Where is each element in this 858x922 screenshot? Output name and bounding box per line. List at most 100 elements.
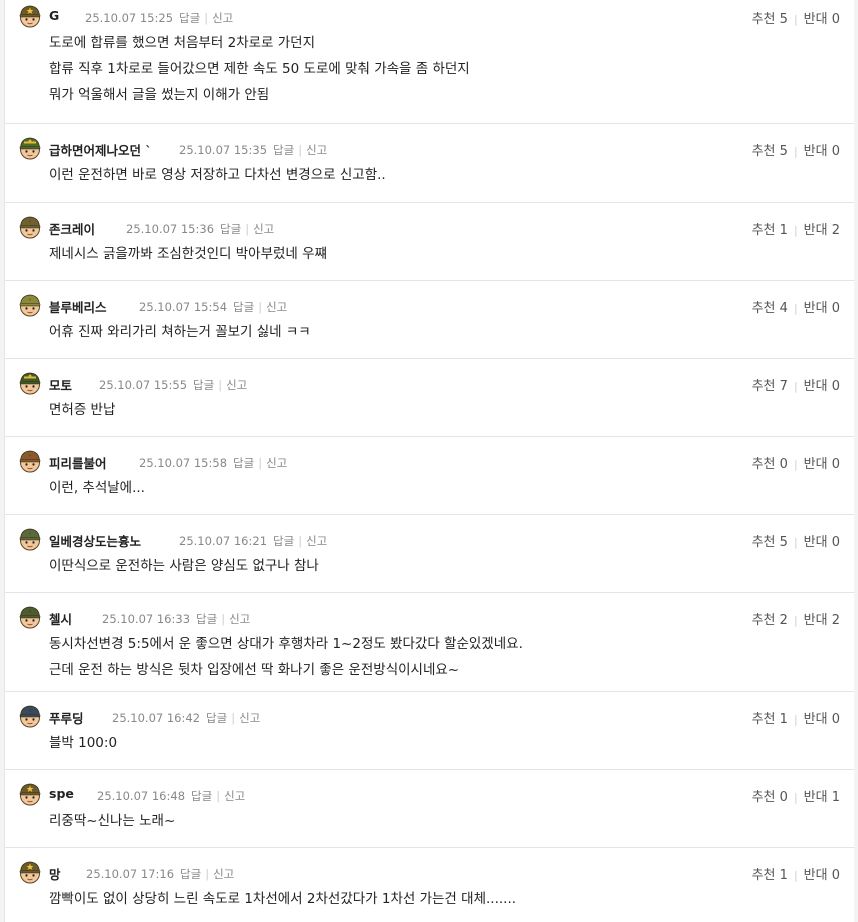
report-link[interactable]: 신고 (306, 143, 327, 157)
reply-link[interactable]: 답글 (179, 11, 200, 25)
downvote-button[interactable]: 반대 2 (804, 613, 840, 628)
upvote-button[interactable]: 추천 4 (752, 301, 788, 316)
divider: | (793, 13, 798, 26)
avatar[interactable] (18, 704, 42, 728)
vote-box: 추천 5 | 반대 0 (752, 8, 840, 27)
reply-link[interactable]: 답글 (273, 143, 294, 157)
downvote-button[interactable]: 반대 0 (804, 457, 840, 472)
author-nickname[interactable]: 급하면어제나오던 ˋ (49, 140, 152, 159)
comment-date: 25.10.07 15:25 (85, 11, 174, 25)
report-link[interactable]: 신고 (213, 867, 234, 881)
author-nickname[interactable]: 망 (49, 864, 61, 883)
upvote-count: 5 (779, 12, 788, 27)
author-nickname[interactable]: 첼시 (49, 609, 72, 628)
downvote-button[interactable]: 반대 0 (804, 868, 840, 883)
report-link[interactable]: 신고 (266, 300, 287, 314)
comment-list: G 25.10.07 15:25 답글 | 신고 추천 5 | 반대 0 도로에 합류를 했으면… (4, 0, 855, 922)
author-nickname[interactable]: 블루베리스 (49, 297, 107, 316)
author-nickname[interactable]: G (49, 8, 59, 23)
author-nickname[interactable]: 일베경상도는흉노 (49, 531, 141, 550)
reply-link[interactable]: 답글 (233, 300, 254, 314)
author-nickname[interactable]: 피리를불어 (49, 453, 107, 472)
downvote-button[interactable]: 반대 2 (804, 223, 840, 238)
comment-text-line: 깜빡이도 없이 상당히 느린 속도로 1차선에서 2차선갔다가 1차선 가는건 … (49, 891, 517, 907)
divider: | (258, 456, 263, 470)
report-link[interactable]: 신고 (226, 378, 247, 392)
downvote-button[interactable]: 반대 0 (804, 535, 840, 550)
reply-link[interactable]: 답글 (206, 711, 227, 725)
reply-link[interactable]: 답글 (191, 789, 212, 803)
reply-link[interactable]: 답글 (193, 378, 214, 392)
report-link[interactable]: 신고 (306, 534, 327, 548)
comment-date: 25.10.07 15:55 (99, 378, 188, 392)
author-nickname[interactable]: 존크레이 (49, 219, 95, 238)
upvote-button[interactable]: 추천 5 (752, 144, 788, 159)
upvote-button[interactable]: 추천 5 (752, 535, 788, 550)
report-link[interactable]: 신고 (266, 456, 287, 470)
reply-link[interactable]: 답글 (273, 534, 294, 548)
comment-text-line: 근데 운전 하는 방식은 뒷차 입장에선 딱 화나기 좋은 운전방식이시네요~ (49, 662, 460, 678)
downvote-button[interactable]: 반대 0 (804, 12, 840, 27)
downvote-count: 2 (831, 223, 840, 238)
reply-link[interactable]: 답글 (180, 867, 201, 881)
comment-date: 25.10.07 15:36 (126, 222, 215, 236)
report-link[interactable]: 신고 (239, 711, 260, 725)
report-link[interactable]: 신고 (224, 789, 245, 803)
avatar[interactable] (18, 371, 42, 395)
avatar[interactable] (18, 860, 42, 884)
avatar[interactable] (18, 4, 42, 28)
divider: | (793, 713, 798, 726)
vote-box: 추천 5 | 반대 0 (752, 531, 840, 550)
upvote-button[interactable]: 추천 0 (752, 457, 788, 472)
comment-text-line: 블박 100:0 (49, 735, 118, 751)
comment-meta: 25.10.07 15:25 답글 | 신고 (85, 10, 233, 26)
comment-text-line: 뭐가 억울해서 글을 썼는지 이해가 안됨 (49, 87, 270, 103)
downvote-button[interactable]: 반대 0 (804, 301, 840, 316)
divider: | (793, 458, 798, 471)
downvote-button[interactable]: 반대 0 (804, 712, 840, 727)
comment-body: 리중딱~신나는 노래~ (5, 810, 854, 836)
avatar[interactable] (18, 293, 42, 317)
upvote-button[interactable]: 추천 0 (752, 790, 788, 805)
avatar[interactable] (18, 782, 42, 806)
scrollbar[interactable] (854, 0, 858, 922)
author-nickname[interactable]: 모토 (49, 375, 72, 394)
upvote-label: 추천 (751, 457, 776, 472)
upvote-button[interactable]: 추천 5 (752, 12, 788, 27)
upvote-button[interactable]: 추천 1 (752, 868, 788, 883)
report-link[interactable]: 신고 (212, 11, 233, 25)
reply-link[interactable]: 답글 (233, 456, 254, 470)
avatar[interactable] (18, 136, 42, 160)
comment-body: 이런, 추석날에... (5, 477, 854, 503)
upvote-label: 추천 (751, 301, 776, 316)
comment-text-line: 면허증 반납 (49, 402, 116, 418)
upvote-button[interactable]: 추천 7 (752, 379, 788, 394)
vote-box: 추천 0 | 반대 0 (752, 453, 840, 472)
avatar[interactable] (18, 527, 42, 551)
avatar[interactable] (18, 605, 42, 629)
downvote-count: 0 (831, 535, 840, 550)
divider: | (793, 869, 798, 882)
upvote-button[interactable]: 추천 2 (752, 613, 788, 628)
comment-date: 25.10.07 16:48 (97, 789, 186, 803)
reply-link[interactable]: 답글 (220, 222, 241, 236)
avatar[interactable] (18, 215, 42, 239)
report-link[interactable]: 신고 (229, 612, 250, 626)
comment-meta: 25.10.07 15:35 답글 | 신고 (179, 142, 327, 158)
author-nickname[interactable]: spe (49, 786, 74, 801)
report-link[interactable]: 신고 (253, 222, 274, 236)
downvote-button[interactable]: 반대 0 (804, 379, 840, 394)
avatar[interactable] (18, 449, 42, 473)
upvote-button[interactable]: 추천 1 (752, 712, 788, 727)
divider: | (793, 224, 798, 237)
reply-link[interactable]: 답글 (196, 612, 217, 626)
author-nickname[interactable]: 푸루딩 (49, 708, 84, 727)
comment-text-line: 제네시스 긁을까봐 조심한것인디 박아부렀네 우쨰 (49, 246, 327, 262)
upvote-button[interactable]: 추천 1 (752, 223, 788, 238)
divider: | (793, 380, 798, 393)
upvote-label: 추천 (751, 613, 776, 628)
comment-body: 이딴식으로 운전하는 사람은 양심도 없구나 참나 (5, 555, 854, 581)
downvote-button[interactable]: 반대 1 (804, 790, 840, 805)
comment-item: 블루베리스 25.10.07 15:54 답글 | 신고 추천 4 | 반대 0 어휴 진짜 와… (5, 281, 854, 359)
downvote-button[interactable]: 반대 0 (804, 144, 840, 159)
